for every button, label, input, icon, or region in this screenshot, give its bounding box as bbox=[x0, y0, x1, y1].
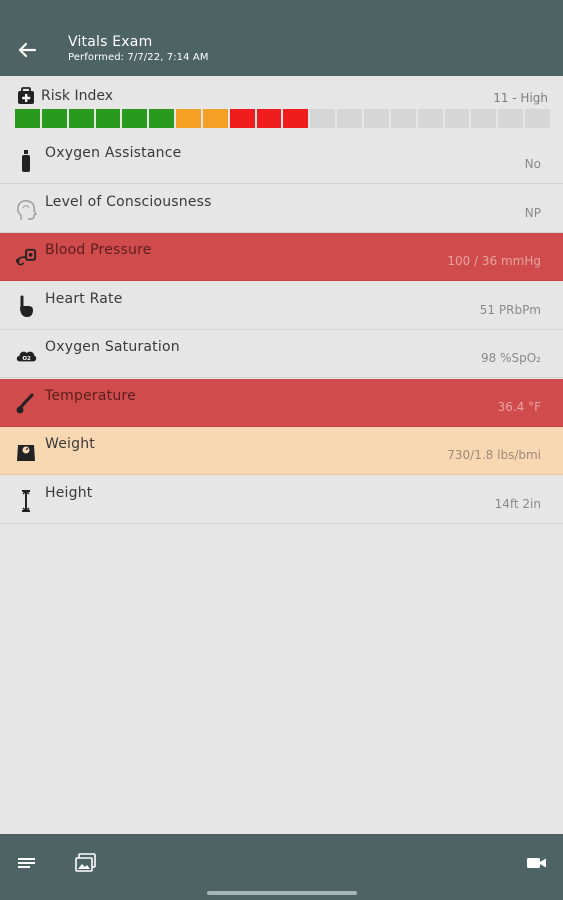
page-subtitle: Performed: 7/7/22, 7:14 AM bbox=[68, 52, 209, 63]
vital-row[interactable]: Height 14ft 2in bbox=[0, 476, 563, 524]
vital-label: Blood Pressure bbox=[45, 242, 152, 258]
blood-pressure-cuff-icon bbox=[15, 245, 37, 271]
list-button[interactable] bbox=[16, 852, 38, 874]
risk-segment bbox=[417, 109, 443, 128]
arrow-back-icon bbox=[18, 42, 36, 58]
gallery-icon bbox=[75, 853, 96, 872]
risk-segment bbox=[229, 109, 255, 128]
vital-row[interactable]: Blood Pressure 100 / 36 mmHg bbox=[0, 233, 563, 281]
vital-row[interactable]: Heart Rate 51 PRbPm bbox=[0, 282, 563, 330]
vital-row[interactable]: Temperature 36.4 °F bbox=[0, 379, 563, 427]
video-call-button[interactable] bbox=[526, 852, 548, 874]
page-title: Vitals Exam bbox=[68, 34, 153, 50]
risk-segment bbox=[283, 109, 309, 128]
risk-segment bbox=[176, 109, 201, 128]
app-bar: Vitals Exam Performed: 7/7/22, 7:14 AM bbox=[0, 0, 563, 76]
vital-value: 14ft 2in bbox=[494, 497, 541, 511]
thermometer-icon bbox=[15, 391, 37, 417]
risk-segment bbox=[310, 109, 336, 128]
risk-segment bbox=[363, 109, 389, 128]
risk-segment bbox=[337, 109, 362, 128]
risk-index-bar bbox=[15, 109, 550, 128]
risk-segment bbox=[41, 109, 67, 128]
risk-segment bbox=[68, 109, 94, 128]
risk-index-section: Risk Index 11 - High bbox=[0, 76, 563, 136]
svg-text:O2: O2 bbox=[22, 356, 31, 362]
risk-segment bbox=[202, 109, 228, 128]
oxygen-tank-icon bbox=[15, 148, 37, 174]
vital-value: No bbox=[524, 157, 541, 171]
video-camera-icon bbox=[527, 858, 546, 868]
scale-icon bbox=[15, 439, 37, 465]
risk-segment bbox=[498, 109, 524, 128]
home-indicator bbox=[207, 891, 357, 895]
height-icon bbox=[15, 488, 37, 514]
risk-segment bbox=[15, 109, 40, 128]
vital-label: Temperature bbox=[45, 388, 136, 404]
risk-segment bbox=[95, 109, 121, 128]
o2-cloud-icon: O2 bbox=[15, 342, 37, 368]
vital-label: Heart Rate bbox=[45, 291, 123, 307]
pulse-finger-icon bbox=[15, 294, 37, 320]
vital-value: 730/1.8 lbs/bmi bbox=[447, 448, 541, 462]
risk-index-value: 11 - High bbox=[493, 91, 548, 105]
vital-value: NP bbox=[524, 206, 541, 220]
risk-segment bbox=[471, 109, 497, 128]
vital-label: Oxygen Saturation bbox=[45, 339, 180, 355]
back-button[interactable] bbox=[14, 38, 40, 62]
head-profile-icon bbox=[15, 197, 37, 223]
vital-value: 51 PRbPm bbox=[479, 303, 541, 317]
vital-row[interactable]: Weight 730/1.8 lbs/bmi bbox=[0, 427, 563, 475]
gallery-button[interactable] bbox=[75, 852, 97, 874]
vital-label: Height bbox=[45, 485, 93, 501]
vital-label: Level of Consciousness bbox=[45, 194, 212, 210]
first-aid-kit-icon bbox=[18, 87, 34, 104]
vital-row[interactable]: Level of Consciousness NP bbox=[0, 185, 563, 233]
risk-segment bbox=[149, 109, 175, 128]
vital-label: Weight bbox=[45, 436, 95, 452]
risk-segment bbox=[444, 109, 470, 128]
risk-segment bbox=[256, 109, 282, 128]
risk-index-label: Risk Index bbox=[41, 88, 114, 104]
vital-value: 98 %SpO₂ bbox=[481, 351, 541, 365]
list-icon bbox=[18, 858, 35, 868]
risk-segment bbox=[390, 109, 416, 128]
vital-row[interactable]: O2 Oxygen Saturation 98 %SpO₂ bbox=[0, 330, 563, 378]
risk-segment bbox=[525, 109, 550, 128]
risk-segment bbox=[122, 109, 148, 128]
vital-label: Oxygen Assistance bbox=[45, 145, 182, 161]
vital-value: 100 / 36 mmHg bbox=[447, 254, 541, 268]
vital-value: 36.4 °F bbox=[497, 400, 541, 414]
vital-row[interactable]: Oxygen Assistance No bbox=[0, 136, 563, 184]
